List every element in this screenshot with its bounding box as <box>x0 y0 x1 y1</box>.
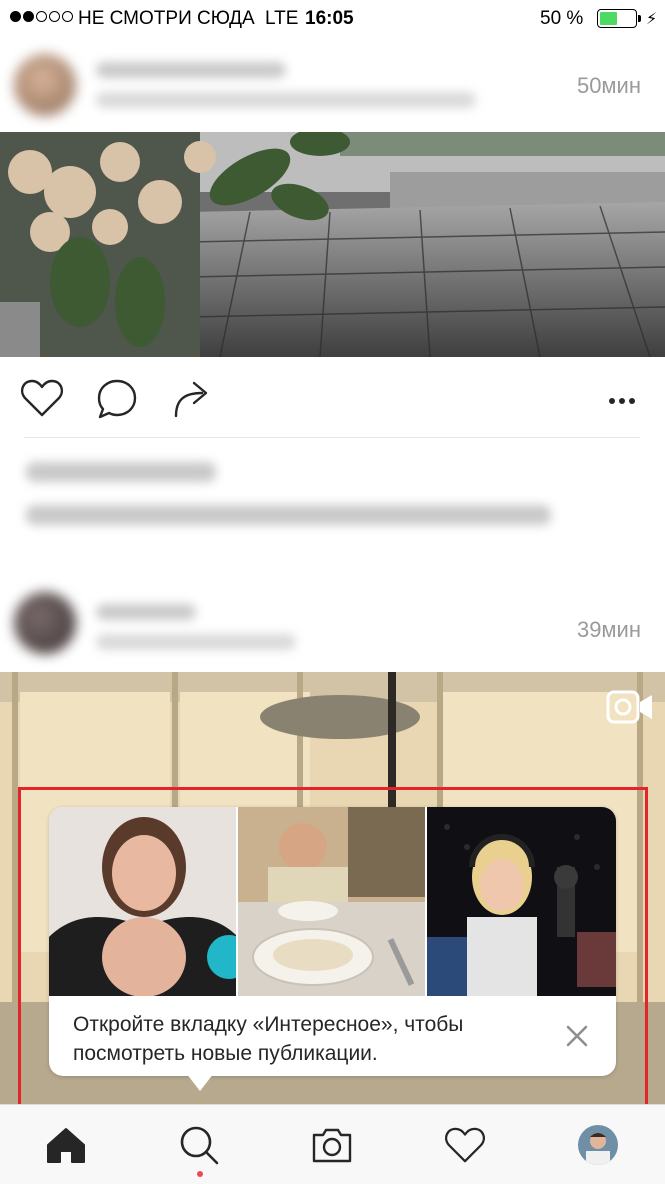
share-icon[interactable] <box>172 378 212 423</box>
status-time: 16:05 <box>305 8 354 29</box>
search-icon <box>180 1126 219 1165</box>
notification-dot <box>197 1171 203 1177</box>
like-heart-icon[interactable] <box>20 378 64 423</box>
post-header: 50мин <box>0 40 665 130</box>
battery-percent: 50 % <box>540 8 584 29</box>
battery-icon <box>597 9 641 28</box>
avatar[interactable] <box>14 592 76 654</box>
tab-bar <box>0 1104 665 1184</box>
username-blurred[interactable] <box>96 62 286 78</box>
home-icon <box>47 1128 85 1163</box>
carrier-name: НЕ СМОТРИ СЮДА <box>78 8 255 29</box>
charging-icon: ⚡ <box>646 11 658 28</box>
terrace-flowers-image <box>0 132 665 357</box>
divider <box>24 437 640 438</box>
post-timestamp: 50мин <box>576 73 641 98</box>
post-timestamp: 39мин <box>576 617 641 642</box>
camera-icon <box>312 1128 352 1163</box>
status-bar: НЕ СМОТРИ СЮДА LTE 16:05 50 % ⚡ <box>0 0 665 38</box>
explore-preview-thumbnails <box>49 807 616 996</box>
tooltip-pointer <box>186 1073 214 1091</box>
avatar[interactable] <box>14 54 76 116</box>
post-header: 39мин <box>0 582 665 672</box>
heart-icon <box>445 1127 485 1163</box>
tab-search[interactable] <box>177 1123 221 1167</box>
likes-blurred[interactable] <box>26 462 216 482</box>
tab-home[interactable] <box>44 1123 88 1167</box>
profile-avatar <box>578 1125 618 1165</box>
explore-thumbnail[interactable] <box>238 807 427 996</box>
post-actions <box>0 372 665 428</box>
username-blurred[interactable] <box>96 604 196 620</box>
post-photo[interactable] <box>0 132 665 357</box>
signal-strength-icon <box>10 11 73 22</box>
comment-icon[interactable] <box>96 378 138 425</box>
explore-thumbnail[interactable] <box>427 807 616 996</box>
location-blurred <box>96 634 296 650</box>
more-options-icon[interactable] <box>608 392 636 410</box>
tooltip-message: Откройте вкладку «Интересное», чтобы пос… <box>73 1013 464 1065</box>
explore-tooltip[interactable]: Откройте вкладку «Интересное», чтобы пос… <box>49 807 616 1091</box>
network-type: LTE <box>265 8 299 29</box>
tab-profile[interactable] <box>576 1123 620 1167</box>
explore-thumbnail[interactable] <box>49 807 238 996</box>
caption-blurred <box>26 505 551 525</box>
tab-activity[interactable] <box>443 1123 487 1167</box>
location-blurred <box>96 92 476 108</box>
tab-camera[interactable] <box>310 1123 354 1167</box>
video-camera-icon <box>606 690 654 729</box>
close-icon[interactable] <box>563 1022 591 1050</box>
